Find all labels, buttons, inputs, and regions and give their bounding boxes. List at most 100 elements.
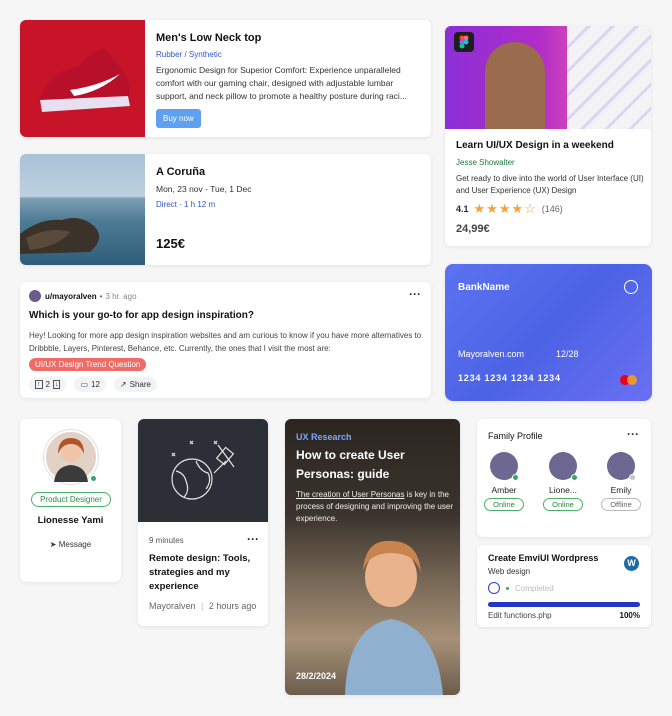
bank-card[interactable]: BankName Mayoralven.com 12/28 1234 1234 … — [445, 264, 652, 401]
share-icon: ↗ — [119, 380, 127, 389]
course-author[interactable]: Jesse Showalter — [456, 158, 646, 167]
course-hero-image — [445, 26, 651, 129]
rating-value: 4.1 — [456, 204, 469, 214]
product-image — [20, 20, 145, 137]
comment-count: 12 — [91, 380, 100, 389]
message-button[interactable]: ➤ Message — [20, 540, 121, 549]
article-meta: Mayoralven | 2 hours ago — [149, 601, 256, 611]
product-card: Men's Low Neck top Rubber / Synthetic Er… — [20, 20, 431, 137]
featured-description: The creation of User Personas is key in … — [296, 489, 454, 525]
post-body: Hey! Looking for more app design inspira… — [29, 331, 422, 353]
avatar — [549, 452, 578, 481]
post-actions: ↑ 2 ↓ ▭ 12 ↗ Share — [29, 377, 157, 392]
article-author: Mayoralven — [149, 601, 196, 611]
flight-duration: Direct · 1 h 12 m — [156, 200, 216, 209]
destination-city: A Coruña — [156, 166, 206, 178]
send-icon: ➤ — [49, 540, 57, 549]
card-expiry: 12/28 — [556, 349, 579, 359]
upvote-icon[interactable]: ↑ — [35, 380, 43, 389]
avatar — [607, 452, 636, 481]
person-photo — [339, 531, 449, 695]
flight-dates: Mon, 23 nov - Tue, 1 Dec — [156, 184, 252, 194]
course-price: 24,99€ — [456, 223, 490, 235]
member-name: Lione... — [549, 485, 577, 495]
family-profile-card: Family Profile ··· Amber Online Lione...… — [477, 419, 651, 537]
task-status: Completed — [488, 582, 554, 594]
bank-name: BankName — [458, 282, 510, 293]
status-badge: Offline — [601, 498, 641, 511]
instructor-photo — [485, 42, 545, 129]
profile-card: Product Designer Lionesse Yami ➤ Message — [20, 419, 121, 582]
share-label: Share — [129, 380, 151, 389]
status-badge: Online — [484, 498, 524, 511]
globe-satellite-illustration — [138, 419, 268, 522]
read-time: 9 minutes — [149, 536, 184, 545]
post-title[interactable]: Which is your go-to for app design inspi… — [29, 310, 254, 321]
app-screens-collage — [567, 26, 651, 129]
separator-dot: • — [99, 291, 103, 301]
contactless-icon — [624, 280, 638, 294]
product-material: Rubber / Synthetic — [156, 50, 222, 59]
destination-image — [20, 154, 145, 265]
family-member[interactable]: Amber Online — [484, 452, 524, 511]
description-link[interactable]: The creation of User Personas — [296, 490, 405, 499]
product-description: Ergonomic Design for Superior Comfort: E… — [156, 65, 407, 101]
figma-icon — [454, 32, 474, 52]
course-description: Get ready to dive into the world of User… — [456, 174, 644, 195]
post-time: 3 hr. ago — [105, 291, 137, 301]
avatar[interactable] — [29, 290, 41, 302]
product-title: Men's Low Neck top — [156, 32, 262, 44]
post-flair-tag[interactable]: UI/UX Design Trend Question — [29, 358, 147, 371]
article-card[interactable]: 9 minutes ··· Remote design: Tools, stra… — [138, 419, 268, 626]
more-options-icon[interactable]: ··· — [627, 427, 639, 441]
card-holder: Mayoralven.com — [458, 349, 525, 359]
comments-button[interactable]: ▭ 12 — [74, 377, 106, 392]
card-number: 1234 1234 1234 1234 — [458, 373, 561, 383]
task-card[interactable]: Create EmviUI Wordpress Web design W Com… — [477, 545, 651, 627]
post-username[interactable]: u/mayoralven — [45, 292, 97, 301]
article-time: 2 hours ago — [208, 601, 257, 611]
featured-article-card[interactable]: UX Research How to create User Personas:… — [285, 419, 460, 695]
role-badge: Product Designer — [31, 492, 111, 507]
downvote-icon[interactable]: ↓ — [52, 380, 61, 389]
profile-name: Lionesse Yami — [37, 515, 104, 526]
family-member[interactable]: Lione... Online — [543, 452, 583, 511]
featured-date: 28/2/2024 — [296, 671, 337, 681]
category-label: UX Research — [296, 432, 352, 442]
post-card: u/mayoralven • 3 hr. ago ··· Which is yo… — [20, 282, 431, 398]
more-options-icon[interactable]: ··· — [247, 532, 259, 546]
buy-now-button[interactable]: Buy now — [156, 109, 201, 128]
star-rating-icons: ★★★★☆ — [473, 201, 537, 216]
status-dot — [506, 586, 509, 590]
task-title: Create EmviUI Wordpress — [488, 553, 599, 563]
review-count: (146) — [541, 204, 563, 214]
progress-percent: 100% — [619, 611, 640, 620]
meta-divider: | — [201, 601, 204, 611]
mastercard-icon — [620, 375, 638, 385]
status-label: Completed — [515, 583, 554, 593]
status-dot — [512, 474, 519, 481]
status-dot — [571, 474, 578, 481]
wordpress-icon: W — [624, 556, 639, 571]
avatar — [490, 452, 519, 481]
vote-count: 2 — [45, 380, 50, 389]
post-header: u/mayoralven • 3 hr. ago — [29, 290, 137, 302]
member-name: Amber — [491, 485, 517, 495]
flight-price: 125€ — [156, 236, 185, 251]
status-badge: Online — [543, 498, 583, 511]
share-button[interactable]: ↗ Share — [113, 377, 157, 392]
comment-icon: ▭ — [80, 380, 89, 389]
more-options-icon[interactable]: ··· — [409, 287, 421, 301]
member-name: Emily — [610, 485, 632, 495]
status-ring-icon — [488, 582, 500, 594]
family-member[interactable]: Emily Offline — [601, 452, 641, 511]
status-dot — [629, 474, 636, 481]
article-title: Remote design: Tools, strategies and my … — [149, 553, 251, 592]
featured-title: How to create User Personas: guide — [296, 448, 405, 481]
vote-control: ↑ 2 ↓ — [29, 377, 67, 392]
message-label: Message — [58, 540, 92, 549]
progress-fill — [488, 602, 640, 607]
course-card[interactable]: Learn UI/UX Design in a weekend Jesse Sh… — [445, 26, 651, 246]
task-file: Edit functions.php — [488, 611, 552, 620]
family-title: Family Profile — [488, 431, 543, 441]
